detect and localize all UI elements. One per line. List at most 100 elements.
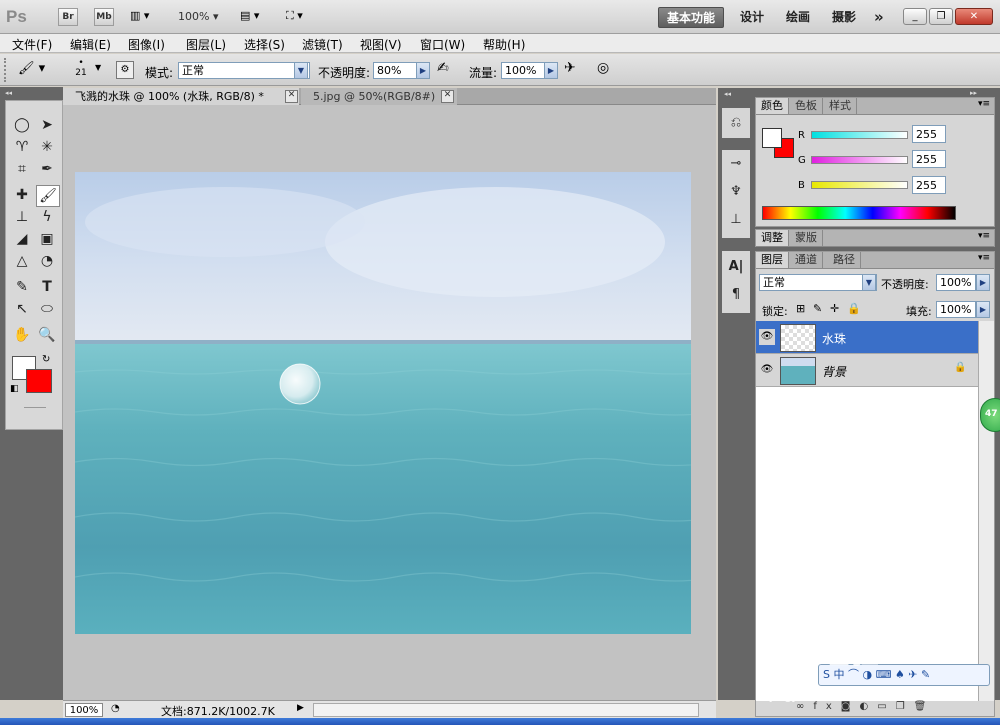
lasso-tool-icon[interactable]: ♈ bbox=[11, 137, 33, 157]
channel-b-field[interactable]: 255 bbox=[912, 176, 946, 194]
eyedropper-tool-icon[interactable]: ✒ bbox=[36, 159, 58, 179]
layer-opacity-slider-icon[interactable]: ▶ bbox=[976, 274, 990, 291]
new-layer-icon[interactable]: ❐ bbox=[896, 701, 914, 712]
flow-slider-icon[interactable]: ▶ bbox=[544, 62, 558, 79]
status-menu-icon[interactable]: ▶ bbox=[297, 703, 309, 717]
strip-collapse-icon[interactable]: ◂◂ bbox=[724, 90, 731, 98]
menu-image[interactable]: 图像(I) bbox=[128, 36, 165, 53]
fill-field[interactable]: 100% bbox=[936, 301, 976, 318]
menu-layer[interactable]: 图层(L) bbox=[186, 36, 226, 53]
status-share-icon[interactable]: ◔ bbox=[111, 703, 125, 717]
layer-opacity-field[interactable]: 100% bbox=[936, 274, 976, 291]
layer-style-icon[interactable]: fx bbox=[813, 701, 840, 712]
menu-view[interactable]: 视图(V) bbox=[360, 36, 402, 53]
menu-filter[interactable]: 滤镜(T) bbox=[302, 36, 343, 53]
gradient-tool-icon[interactable]: ▣ bbox=[36, 229, 58, 249]
eraser-tool-icon[interactable]: ◢ bbox=[11, 229, 33, 249]
tablet-pressure-size-icon[interactable]: ◎ bbox=[597, 60, 617, 80]
brush-preset-dropdown-icon[interactable]: ▼ bbox=[95, 63, 101, 72]
screen-mode-button[interactable]: ⛶ ▾ bbox=[286, 9, 320, 25]
close-icon[interactable]: ✕ bbox=[955, 8, 993, 25]
fill-slider-icon[interactable]: ▶ bbox=[976, 301, 990, 318]
arrange-documents-button[interactable]: ▤ ▾ bbox=[240, 9, 270, 25]
tab-layers[interactable]: 图层 bbox=[756, 252, 789, 268]
tab-channels[interactable]: 通道 bbox=[790, 252, 823, 268]
link-layers-icon[interactable]: ∞ bbox=[796, 701, 813, 712]
channel-r-field[interactable]: 255 bbox=[912, 125, 946, 143]
path-selection-tool-icon[interactable]: ↖ bbox=[11, 299, 33, 319]
brush-tool-icon[interactable]: 🖌 bbox=[36, 185, 60, 207]
tab-paths[interactable]: 路径 bbox=[828, 252, 861, 268]
zoom-tool-icon[interactable]: 🔍 bbox=[36, 325, 58, 345]
new-group-icon[interactable]: ▭ bbox=[877, 701, 895, 712]
more-workspaces-button[interactable]: » bbox=[866, 7, 892, 28]
brush-presets-icon[interactable]: ⊸ bbox=[726, 154, 746, 174]
workspace-photography[interactable]: 摄影 bbox=[824, 7, 864, 28]
workspace-design[interactable]: 设计 bbox=[732, 7, 772, 28]
tab-document-active[interactable]: 飞溅的水珠 @ 100% (水珠, RGB/8) * ✕ bbox=[63, 88, 299, 105]
tab-styles[interactable]: 样式 bbox=[824, 98, 857, 114]
close-tab-icon[interactable]: ✕ bbox=[441, 90, 454, 103]
launch-mini-bridge-button[interactable]: Mb bbox=[94, 8, 114, 26]
menu-help[interactable]: 帮助(H) bbox=[483, 36, 525, 53]
background-color-swatch[interactable] bbox=[26, 369, 52, 393]
tab-document-inactive[interactable]: 5.jpg @ 50%(RGB/8#) ✕ bbox=[301, 88, 457, 105]
dodge-tool-icon[interactable]: ◔ bbox=[36, 251, 58, 271]
blend-mode-dropdown-icon[interactable]: ▼ bbox=[862, 274, 876, 291]
clone-source-icon[interactable]: ⊥ bbox=[726, 210, 746, 230]
menu-select[interactable]: 选择(S) bbox=[244, 36, 285, 53]
launch-bridge-button[interactable]: Br bbox=[58, 8, 78, 26]
blend-mode-select[interactable]: 正常 bbox=[759, 274, 877, 291]
hand-tool-icon[interactable]: ✋ bbox=[11, 325, 33, 345]
add-mask-icon[interactable]: ◙ bbox=[841, 701, 860, 712]
workspace-painting[interactable]: 绘画 bbox=[778, 7, 818, 28]
view-extras-button[interactable]: ▥ ▾ bbox=[130, 9, 160, 25]
lock-transparent-icon[interactable]: ⊞ bbox=[796, 302, 805, 315]
opacity-slider-icon[interactable]: ▶ bbox=[416, 62, 430, 79]
opacity-field[interactable]: 80% bbox=[373, 62, 417, 79]
zoom-level-dropdown[interactable]: 100% ▾ bbox=[178, 10, 218, 23]
mode-select[interactable]: 正常 bbox=[178, 62, 310, 79]
panel-menu-icon[interactable]: ▾≡ bbox=[978, 231, 990, 241]
tool-preset-picker[interactable]: 🖌 ▾ bbox=[18, 61, 58, 79]
tablet-pressure-opacity-icon[interactable]: ✍ bbox=[437, 60, 457, 80]
layers-scrollbar[interactable] bbox=[978, 321, 994, 701]
minimize-icon[interactable]: _ bbox=[903, 8, 927, 25]
channel-g-field[interactable]: 255 bbox=[912, 150, 946, 168]
type-tool-icon[interactable]: T bbox=[36, 277, 58, 297]
eye-icon[interactable]: 👁 bbox=[759, 362, 775, 378]
brush-panel-toggle-icon[interactable]: ⚙ bbox=[116, 61, 134, 79]
tab-masks[interactable]: 蒙版 bbox=[790, 230, 823, 246]
floating-badge[interactable]: 47 bbox=[980, 398, 1000, 432]
restore-icon[interactable]: ❐ bbox=[929, 8, 953, 25]
adjustment-layer-icon[interactable]: ◐ bbox=[860, 701, 878, 712]
tab-adjustments[interactable]: 调整 bbox=[756, 230, 789, 246]
healing-brush-tool-icon[interactable]: ✚ bbox=[11, 185, 33, 205]
channel-g-slider[interactable] bbox=[811, 156, 908, 164]
delete-layer-icon[interactable]: 🗑 bbox=[914, 701, 936, 712]
image-canvas[interactable] bbox=[75, 172, 691, 634]
layer-row-selected[interactable]: 👁 水珠 bbox=[756, 321, 978, 354]
blur-tool-icon[interactable]: △ bbox=[11, 251, 33, 271]
pen-tool-icon[interactable]: ✎ bbox=[11, 277, 33, 297]
mode-dropdown-icon[interactable]: ▼ bbox=[294, 62, 308, 79]
menu-edit[interactable]: 编辑(E) bbox=[70, 36, 111, 53]
magic-wand-tool-icon[interactable]: ✳ bbox=[36, 137, 58, 157]
panel-menu-icon[interactable]: ▾≡ bbox=[978, 253, 990, 263]
history-panel-icon[interactable]: ⎌ bbox=[726, 113, 746, 133]
paragraph-panel-icon[interactable]: ¶ bbox=[726, 285, 746, 305]
default-colors-icon[interactable]: ◧ bbox=[10, 384, 19, 394]
channel-r-slider[interactable] bbox=[811, 131, 908, 139]
color-spectrum-ramp[interactable] bbox=[762, 206, 956, 220]
swap-colors-icon[interactable]: ↻ bbox=[42, 354, 50, 365]
panel-menu-icon[interactable]: ▾≡ bbox=[978, 99, 990, 109]
history-brush-tool-icon[interactable]: ϟ bbox=[36, 207, 58, 227]
channel-b-slider[interactable] bbox=[811, 181, 908, 189]
flow-field[interactable]: 100% bbox=[501, 62, 545, 79]
tab-swatches[interactable]: 色板 bbox=[790, 98, 823, 114]
move-tool-icon[interactable]: ➤ bbox=[36, 115, 58, 135]
status-zoom-field[interactable]: 100% bbox=[65, 703, 103, 717]
foreground-color-swatch-front[interactable] bbox=[762, 128, 782, 148]
crop-tool-icon[interactable]: ⌗ bbox=[11, 159, 33, 179]
menu-window[interactable]: 窗口(W) bbox=[420, 36, 465, 53]
